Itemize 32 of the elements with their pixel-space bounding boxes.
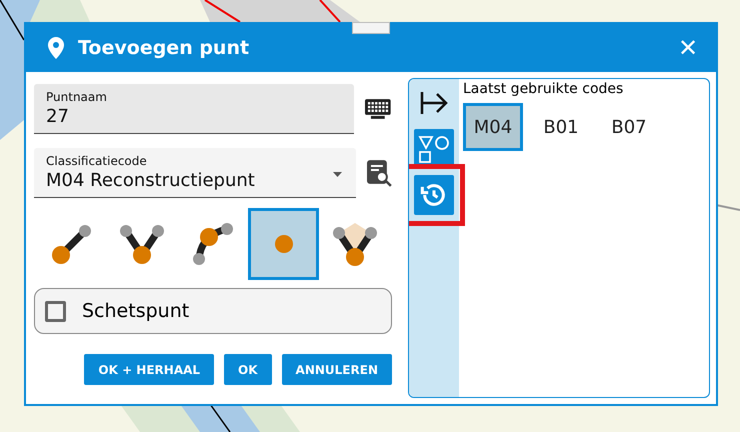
dialog-button[interactable]: OK + HERHAAL (84, 354, 214, 385)
point-name-field[interactable]: Puntnaam 27 (34, 84, 354, 134)
dialog-button[interactable]: OK (224, 354, 272, 385)
checkbox[interactable] (45, 300, 66, 322)
point-type-icon (274, 235, 293, 253)
location-pin-icon (48, 37, 64, 59)
field-label: Puntnaam (46, 90, 108, 104)
code-chip[interactable]: M04 (463, 103, 523, 151)
field-value: M04 Reconstructiepunt (46, 170, 255, 191)
code-chip[interactable]: B07 (599, 103, 659, 151)
panel-title: Laatst gebruikte codes (463, 81, 624, 97)
drag-handle[interactable] (352, 22, 390, 34)
point-type-icon (120, 224, 164, 264)
keyboard-icon[interactable] (364, 98, 392, 120)
point-type-icon (52, 224, 91, 264)
field-value: 27 (46, 106, 69, 127)
arrow-icon (419, 90, 449, 116)
dialog-button[interactable]: ANNULEREN (282, 354, 392, 385)
window-title: Toevoegen punt (78, 37, 250, 59)
point-type-icon (332, 222, 377, 266)
field-label: Classificatiecode (46, 154, 148, 168)
sketch-point-checkbox[interactable]: Schetspunt (34, 288, 392, 334)
close-button[interactable]: ✕ (674, 34, 702, 62)
document-search-icon[interactable] (366, 159, 392, 187)
history-icon (420, 181, 448, 209)
code-chip[interactable]: B01 (531, 103, 591, 151)
classification-dropdown[interactable]: Classificatiecode M04 Reconstructiepunt (34, 148, 356, 198)
caret-icon (333, 172, 342, 177)
checkbox-label: Schetspunt (82, 300, 190, 322)
map-line (716, 204, 740, 211)
point-type-icon (192, 223, 233, 265)
shapes-icon (418, 133, 450, 165)
